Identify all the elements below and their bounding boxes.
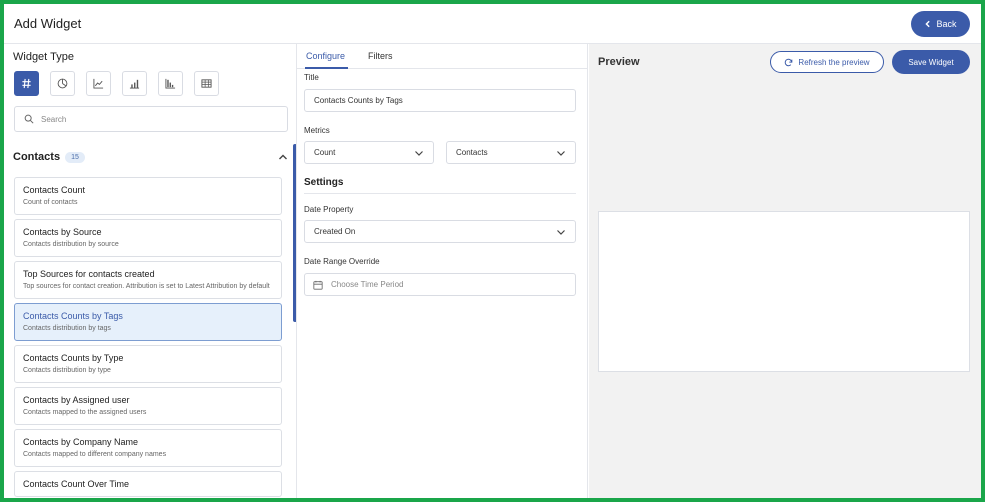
item-description: Contacts mapped to different company nam… — [23, 451, 167, 458]
item-description: Contacts distribution by type — [23, 367, 111, 374]
refresh-preview-button[interactable]: Refresh the preview — [770, 51, 884, 73]
metric-select-value: Count — [314, 148, 336, 157]
item-title: Contacts by Assigned user — [23, 395, 130, 405]
count-badge: 15 — [65, 151, 85, 163]
item-title: Contacts Counts by Tags — [23, 311, 123, 321]
list-item[interactable]: Contacts Count Count of contacts — [14, 177, 282, 215]
refresh-preview-label: Refresh the preview — [798, 57, 870, 67]
widget-list: Contacts Count Count of contacts Contact… — [14, 177, 282, 498]
widget-type-line[interactable] — [86, 71, 111, 96]
metrics-label: Metrics — [304, 126, 330, 135]
date-property-label: Date Property — [304, 205, 354, 214]
item-title: Contacts Count Over Time — [23, 479, 130, 489]
widget-type-icons — [14, 71, 219, 96]
metric-object-value: Contacts — [456, 148, 488, 157]
search-input[interactable]: Search — [14, 106, 288, 132]
page-title: Add Widget — [14, 16, 82, 31]
calendar-icon — [313, 280, 323, 290]
contacts-section-header[interactable]: Contacts 15 — [13, 148, 288, 166]
item-title: Contacts Count — [23, 185, 86, 195]
metric-select[interactable]: Count — [304, 141, 434, 164]
widget-type-label: Widget Type — [13, 51, 74, 63]
metric-object-select[interactable]: Contacts — [446, 141, 576, 164]
widget-type-pie[interactable] — [50, 71, 75, 96]
title-input[interactable]: Contacts Counts by Tags — [304, 89, 576, 112]
date-property-value: Created On — [314, 227, 356, 236]
list-item[interactable]: Contacts Counts by Type Contacts distrib… — [14, 345, 282, 383]
list-item[interactable]: Contacts by Assigned user Contacts mappe… — [14, 387, 282, 425]
section-title: Contacts — [13, 151, 61, 163]
date-range-input[interactable]: Choose Time Period — [304, 273, 576, 296]
horizontal-bar-chart-icon — [165, 78, 176, 89]
item-description: Top sources for contact creation. Attrib… — [23, 283, 270, 290]
save-widget-button[interactable]: Save Widget — [892, 50, 970, 74]
table-icon — [201, 79, 212, 88]
preview-canvas — [598, 211, 970, 372]
date-range-label: Date Range Override — [304, 257, 380, 266]
list-item[interactable]: Contacts Count Over Time — [14, 471, 282, 497]
divider — [304, 193, 576, 194]
pie-chart-icon — [57, 78, 68, 89]
title-input-value: Contacts Counts by Tags — [314, 96, 403, 105]
item-description: Contacts distribution by tags — [23, 325, 111, 332]
list-item-selected[interactable]: Contacts Counts by Tags Contacts distrib… — [14, 303, 282, 341]
refresh-icon — [785, 58, 793, 66]
item-title: Contacts by Company Name — [23, 437, 139, 447]
widget-type-panel: Widget Type Search Contacts 15 Contacts … — [4, 44, 297, 498]
item-title: Contacts Counts by Type — [23, 353, 124, 363]
active-tab-indicator — [305, 67, 348, 69]
tab-bar: Configure Filters — [297, 44, 587, 69]
chevron-down-icon — [415, 150, 423, 156]
date-range-placeholder: Choose Time Period — [331, 280, 404, 289]
item-title: Contacts by Source — [23, 227, 102, 237]
chevron-down-icon — [557, 229, 565, 235]
preview-heading: Preview — [598, 56, 640, 68]
date-property-select[interactable]: Created On — [304, 220, 576, 243]
header: Add Widget Back — [4, 4, 981, 44]
widget-type-bar[interactable] — [122, 71, 147, 96]
number-icon — [22, 78, 31, 89]
tab-filters[interactable]: Filters — [368, 51, 393, 61]
save-widget-label: Save Widget — [908, 57, 954, 67]
chevron-up-icon[interactable] — [278, 152, 288, 162]
list-item[interactable]: Top Sources for contacts created Top sou… — [14, 261, 282, 299]
preview-panel: Preview Refresh the preview Save Widget — [589, 44, 981, 498]
back-button-label: Back — [936, 19, 957, 29]
settings-heading: Settings — [304, 177, 344, 188]
line-chart-icon — [93, 78, 104, 89]
list-item[interactable]: Contacts by Source Contacts distribution… — [14, 219, 282, 257]
item-description: Count of contacts — [23, 199, 78, 206]
search-icon — [24, 114, 34, 124]
widget-type-table[interactable] — [194, 71, 219, 96]
item-title: Top Sources for contacts created — [23, 269, 155, 279]
back-button[interactable]: Back — [911, 11, 970, 37]
configure-panel: Configure Filters Title Contacts Counts … — [297, 44, 588, 498]
title-label: Title — [304, 73, 319, 82]
widget-type-number[interactable] — [14, 71, 39, 96]
bar-chart-icon — [129, 79, 140, 89]
item-description: Contacts mapped to the assigned users — [23, 409, 147, 416]
list-item[interactable]: Contacts by Company Name Contacts mapped… — [14, 429, 282, 467]
chevron-down-icon — [557, 150, 565, 156]
tab-configure[interactable]: Configure — [306, 51, 345, 61]
widget-type-hbar[interactable] — [158, 71, 183, 96]
item-description: Contacts distribution by source — [23, 241, 119, 248]
search-placeholder: Search — [41, 114, 67, 124]
chevron-left-icon — [925, 20, 931, 28]
